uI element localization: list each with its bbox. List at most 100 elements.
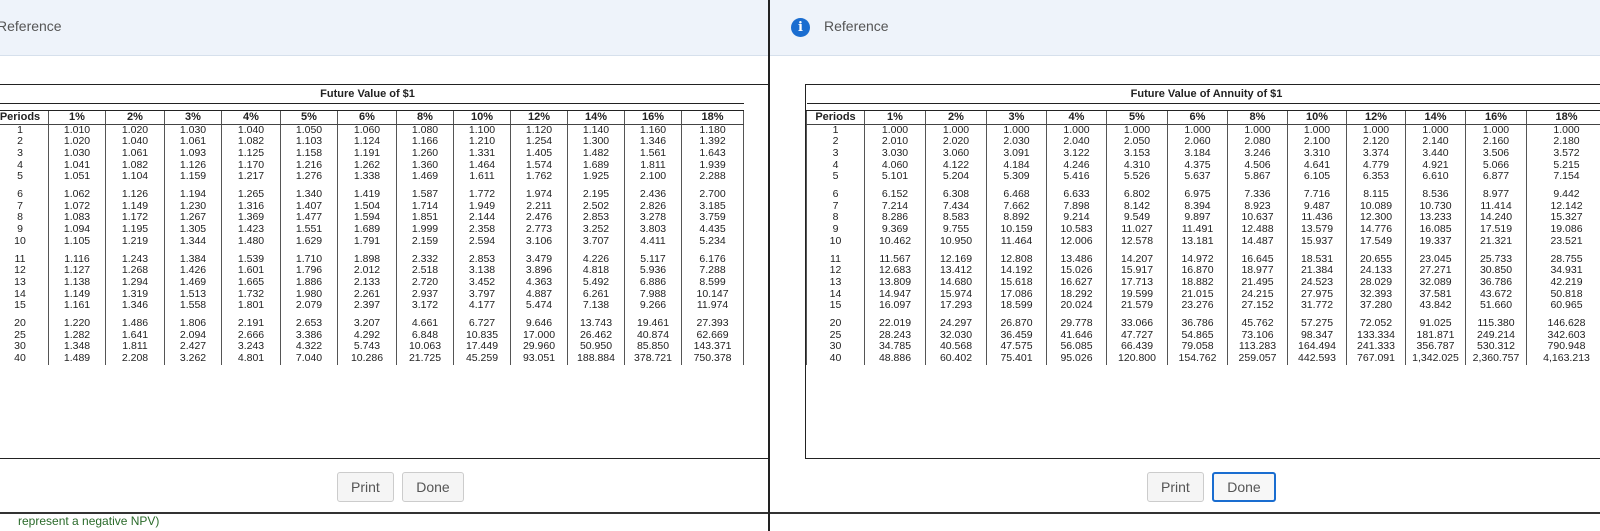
value-cell: 3.374: [1346, 147, 1406, 160]
value-cell: 48.886: [864, 353, 926, 365]
table-row: 13 1.138 1.294 1.469 1.665 1.886 2.133 2.720 3.4…: [0, 276, 745, 289]
value-cell: 40.874: [624, 329, 682, 342]
value-cell: 2.159: [396, 235, 454, 248]
value-cell: 33.066: [1106, 318, 1168, 330]
value-cell: 17.449: [453, 341, 511, 354]
value-cell: 1.348: [48, 341, 106, 354]
annuity-table-container[interactable]: Future Value of Annuity of $1 Periods 1% 2…: [805, 84, 1600, 459]
value-cell: 6.886: [624, 276, 682, 289]
print-button[interactable]: Print: [337, 472, 394, 502]
value-cell: 47.575: [986, 341, 1047, 354]
period-cell: 20: [806, 318, 865, 330]
value-cell: 342.603: [1525, 329, 1600, 342]
value-cell: 15.327: [1525, 212, 1600, 225]
value-cell: 12.142: [1525, 200, 1600, 213]
value-cell: 1.796: [280, 265, 338, 277]
value-cell: 14.207: [1106, 253, 1168, 266]
value-cell: 8.115: [1346, 189, 1406, 201]
value-cell: 1.126: [164, 159, 222, 172]
value-cell: 7.434: [925, 200, 987, 213]
value-cell: 2.211: [510, 200, 568, 213]
value-cell: 19.599: [1106, 288, 1168, 301]
value-cell: 378.721: [624, 353, 682, 365]
value-cell: 1.160: [624, 124, 682, 137]
value-cell: 15.917: [1106, 265, 1168, 277]
value-cell: 1.469: [164, 276, 222, 289]
column-header-rate: 8%: [1227, 110, 1288, 125]
table-row: 12 1.127 1.268 1.426 1.601 1.796 2.012 2.518 3.1…: [0, 265, 745, 277]
value-cell: 5.066: [1465, 159, 1527, 172]
column-header-rate: 1%: [864, 110, 926, 125]
value-cell: 14.487: [1227, 235, 1288, 248]
done-button[interactable]: Done: [1212, 472, 1276, 502]
value-cell: 3.572: [1525, 147, 1600, 160]
value-cell: 18.977: [1227, 265, 1288, 277]
value-cell: 2.502: [567, 200, 625, 213]
value-cell: 1.000: [1106, 124, 1168, 137]
column-header-rate: 2%: [105, 110, 165, 125]
value-cell: 356.787: [1405, 341, 1466, 354]
period-cell: 5: [0, 171, 49, 184]
value-cell: 30.850: [1465, 265, 1527, 277]
table-row: 9 9.369 9.755 10.159 10.583 11.027 11.491 12.48…: [806, 224, 1600, 236]
value-cell: 5.867: [1227, 171, 1288, 184]
table-row: 5 1.051 1.104 1.159 1.217 1.276 1.338 1.469 1.61…: [0, 171, 745, 184]
value-cell: 1.195: [105, 224, 165, 236]
value-cell: 9.369: [864, 224, 926, 236]
value-cell: 3.797: [453, 288, 511, 301]
table-row: 11 1.116 1.243 1.384 1.539 1.710 1.898 2.332 2.8…: [0, 253, 745, 266]
value-cell: 1.159: [164, 171, 222, 184]
value-cell: 12.683: [864, 265, 926, 277]
value-cell: 1.331: [453, 147, 511, 160]
value-cell: 42.219: [1525, 276, 1600, 289]
value-cell: 12.488: [1227, 224, 1288, 236]
value-cell: 1.811: [624, 159, 682, 172]
value-cell: 1.000: [1405, 124, 1466, 137]
value-cell: 1.172: [105, 212, 165, 225]
print-button[interactable]: Print: [1147, 472, 1204, 502]
value-cell: 12.006: [1046, 235, 1107, 248]
value-cell: 15.937: [1287, 235, 1347, 248]
value-cell: 4.801: [221, 353, 281, 365]
value-cell: 1.104: [105, 171, 165, 184]
value-cell: 10.286: [337, 353, 397, 365]
value-cell: 2.180: [1525, 136, 1600, 148]
value-cell: 50.950: [567, 341, 625, 354]
value-cell: 3.506: [1465, 147, 1527, 160]
table-row: 4 1.041 1.082 1.126 1.170 1.216 1.262 1.360 1.46…: [0, 159, 745, 172]
value-cell: 1.346: [624, 136, 682, 148]
value-cell: 1.030: [164, 124, 222, 137]
value-cell: 2.100: [1287, 136, 1347, 148]
value-cell: 1.126: [105, 189, 165, 201]
dialog-header: Reference: [0, 0, 768, 56]
value-cell: 1.262: [337, 159, 397, 172]
done-button[interactable]: Done: [402, 472, 464, 502]
value-cell: 1.851: [396, 212, 454, 225]
value-cell: 14.947: [864, 288, 926, 301]
reference-dialog-future-value: Reference Future Value of $1 Periods 1% 2%…: [0, 0, 770, 531]
value-cell: 2.191: [221, 318, 281, 330]
value-cell: 1.072: [48, 200, 106, 213]
value-cell: 12.300: [1346, 212, 1406, 225]
table-row: 11 11.567 12.169 12.808 13.486 14.207 14.972 16…: [806, 253, 1600, 266]
value-cell: 1.641: [105, 329, 165, 342]
table-row: 25 1.282 1.641 2.094 2.666 3.386 4.292 6.848 10.…: [0, 329, 745, 342]
value-cell: 2.100: [624, 171, 682, 184]
value-cell: 3.207: [337, 318, 397, 330]
value-cell: 79.058: [1167, 341, 1228, 354]
value-cell: 2.427: [164, 341, 222, 354]
value-cell: 4.184: [986, 159, 1047, 172]
value-cell: 9.266: [624, 300, 682, 313]
value-cell: 21.495: [1227, 276, 1288, 289]
future-value-table-container[interactable]: Future Value of $1 Periods 1% 2% 3% 4% 5% 6% 8%…: [0, 84, 768, 459]
value-cell: 2.937: [396, 288, 454, 301]
value-cell: 8.892: [986, 212, 1047, 225]
value-cell: 3.707: [567, 235, 625, 248]
value-cell: 1.426: [164, 265, 222, 277]
value-cell: 1.489: [48, 353, 106, 365]
value-cell: 12.578: [1106, 235, 1168, 248]
column-header-rate: 5%: [1106, 110, 1168, 125]
value-cell: 45.259: [453, 353, 511, 365]
value-cell: 5.215: [1525, 159, 1600, 172]
value-cell: 1.732: [221, 288, 281, 301]
